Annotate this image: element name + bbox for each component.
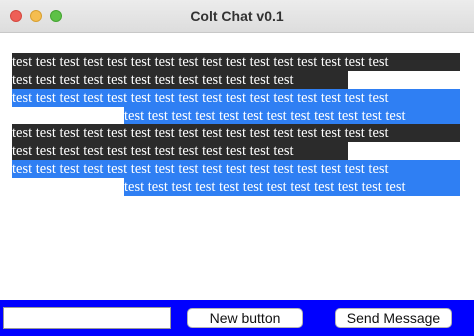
message-1-line-1: test test test test test test test test … [12, 53, 460, 71]
message-4-line-2: test test test test test test test test … [124, 178, 460, 196]
message-2-line-2: test test test test test test test test … [124, 107, 460, 125]
chat-message-area[interactable]: test test test test test test test test … [0, 33, 474, 298]
message-1-line-2: test test test test test test test test … [12, 71, 348, 89]
message-4-line-1: test test test test test test test test … [12, 160, 460, 178]
send-message-button[interactable]: Send Message [335, 308, 452, 328]
window-titlebar: Colt Chat v0.1 [0, 0, 474, 33]
message-3-line-2: test test test test test test test test … [12, 142, 348, 160]
message-3-line-1: test test test test test test test test … [12, 124, 460, 142]
new-button[interactable]: New button [187, 308, 303, 328]
message-2-line-1: test test test test test test test test … [12, 89, 460, 107]
window-title: Colt Chat v0.1 [190, 8, 284, 24]
message-input[interactable] [3, 307, 171, 329]
bottom-toolbar: New button Send Message [0, 300, 474, 336]
